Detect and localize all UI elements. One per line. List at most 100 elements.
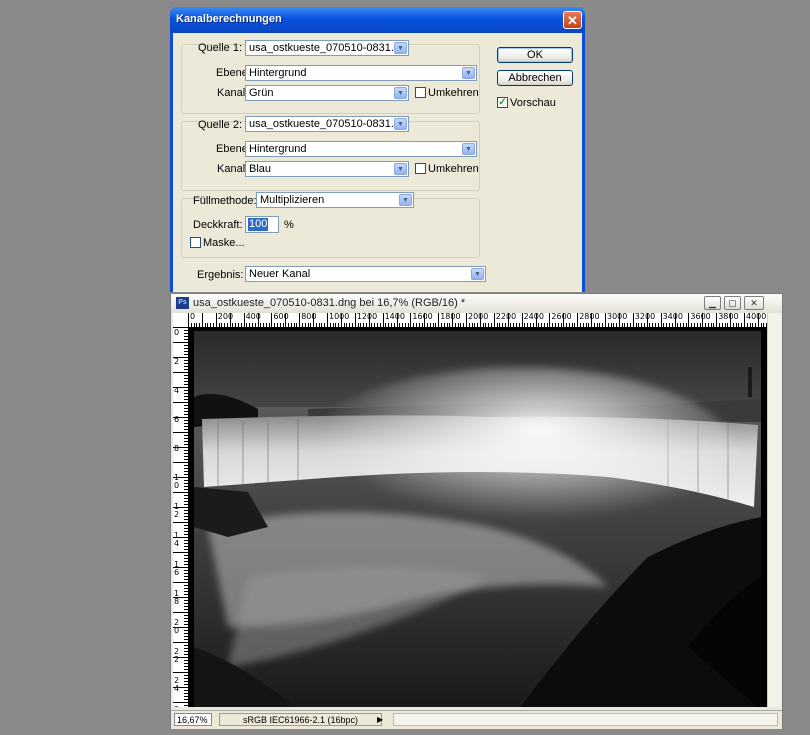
blend-mode-select[interactable]: Multiplizieren ▼ [256, 192, 414, 208]
result-label: Ergebnis: [197, 269, 244, 281]
ruler-label: 800 [301, 313, 317, 321]
close-icon[interactable]: ✕ [744, 296, 764, 310]
close-icon[interactable]: ✕ [563, 11, 582, 29]
ruler-label: 4000 [746, 313, 767, 321]
source1-channel-select[interactable]: Grün ▼ [245, 85, 409, 101]
ruler-tick [410, 313, 412, 327]
ruler-label: 22 [174, 647, 180, 664]
ruler-tick [744, 313, 745, 327]
chevron-down-icon: ▼ [462, 67, 475, 79]
ruler-tick [173, 642, 188, 643]
ruler-label: 1800 [440, 313, 461, 321]
ruler-tick [549, 313, 551, 327]
ruler-label: 20 [174, 618, 180, 635]
ruler-tick [688, 313, 690, 327]
ruler-tick [660, 313, 662, 327]
dialog-titlebar[interactable]: Kanalberechnungen ✕ [170, 7, 585, 33]
source2-select[interactable]: usa_ostkueste_070510-0831... ▼ [245, 116, 409, 132]
source1-invert-label: Umkehren [428, 87, 479, 99]
ruler-label: 2000 [468, 313, 489, 321]
cancel-button[interactable]: Abbrechen [497, 70, 573, 86]
ruler-label: 2800 [579, 313, 600, 321]
dialog-title: Kanalberechnungen [176, 13, 282, 25]
ruler-label: 1600 [412, 313, 433, 321]
blend-mode-label: Füllmethode: [193, 195, 257, 207]
result-select[interactable]: Neuer Kanal ▼ [245, 266, 486, 282]
source1-channel-label: Kanal: [217, 87, 249, 99]
minimize-icon[interactable]: ▁ [704, 296, 721, 310]
ruler-tick [632, 313, 634, 327]
ruler-tick [382, 313, 384, 327]
ruler-label: 3600 [690, 313, 711, 321]
ruler-tick [173, 582, 188, 583]
source1-invert-checkbox[interactable] [415, 87, 426, 98]
ok-button[interactable]: OK [497, 47, 573, 63]
ruler-tick [173, 402, 188, 403]
ruler-tick [521, 313, 523, 327]
source1-layer-value: Hintergrund [249, 67, 307, 79]
ruler-tick [173, 702, 188, 703]
ruler-tick [201, 313, 203, 327]
ruler-tick [173, 672, 188, 673]
source2-channel-value: Blau [249, 163, 272, 175]
chevron-down-icon: ▼ [394, 163, 407, 175]
document-profile[interactable]: sRGB IEC61966-2.1 (16bpc) [219, 713, 382, 726]
ruler-label: 600 [273, 313, 289, 321]
ruler-horizontal[interactable]: 0 200 400 600 800 1000 1200 1400 1600 1800 2000 220… [188, 313, 767, 328]
chevron-down-icon: ▼ [394, 118, 407, 130]
ruler-tick [716, 313, 718, 327]
zoom-field[interactable]: 16,67% [174, 713, 212, 726]
source1-channel-value: Grün [249, 87, 274, 99]
opacity-label: Deckkraft: [193, 219, 243, 231]
source1-value: usa_ostkueste_070510-0831... [249, 42, 401, 54]
chevron-down-icon: ▼ [394, 42, 407, 54]
ruler-tick [605, 313, 606, 327]
photoshop-app-icon: Ps [176, 297, 189, 309]
chevron-down-icon: ▼ [471, 268, 484, 280]
result-value: Neuer Kanal [249, 268, 311, 280]
ruler-label: 2400 [523, 313, 544, 321]
source1-layer-select[interactable]: Hintergrund ▼ [245, 65, 477, 81]
ruler-tick [243, 313, 245, 327]
source2-value: usa_ostkueste_070510-0831... [249, 118, 401, 130]
ruler-tick [173, 372, 188, 373]
ruler-tick [173, 432, 188, 433]
ruler-origin[interactable] [173, 313, 189, 328]
preview-checkbox[interactable]: ✓ [497, 97, 508, 108]
ruler-tick [354, 313, 356, 327]
image-canvas[interactable] [188, 327, 767, 707]
ruler-label: 0 [190, 313, 196, 321]
ruler-label: 3400 [662, 313, 683, 321]
chevron-down-icon: ▼ [394, 87, 407, 99]
ruler-label: 2200 [495, 313, 517, 321]
chevron-down-icon: ▼ [399, 194, 412, 206]
ruler-label: 1400 [384, 313, 405, 321]
ruler-tick [173, 612, 188, 613]
ruler-label: 14 [174, 531, 180, 548]
ruler-tick [173, 552, 188, 553]
ruler-label: 24 [174, 676, 180, 693]
ruler-tick [327, 313, 328, 327]
opacity-input[interactable]: 100 [245, 216, 279, 233]
ruler-label: 12 [174, 502, 180, 519]
document-titlebar[interactable]: Ps usa_ostkueste_070510-0831.dng bei 16,… [171, 294, 782, 313]
ruler-tick [173, 522, 188, 523]
document-title: usa_ostkueste_070510-0831.dng bei 16,7% … [193, 297, 466, 309]
status-menu-arrow-icon[interactable]: ▶ [377, 713, 387, 726]
source2-channel-select[interactable]: Blau ▼ [245, 161, 409, 177]
source2-layer-select[interactable]: Hintergrund ▼ [245, 141, 477, 157]
maximize-icon[interactable]: ▢ [724, 296, 741, 310]
ruler-label: 4 [174, 386, 180, 395]
source2-invert-checkbox[interactable] [415, 163, 426, 174]
horizontal-scrollbar[interactable] [393, 713, 778, 726]
ruler-vertical[interactable]: 02468101214161820222426 [173, 327, 189, 707]
ruler-label: 6 [174, 415, 180, 424]
mask-checkbox[interactable] [190, 237, 201, 248]
mask-label: Maske... [203, 237, 245, 249]
vertical-scrollbar[interactable] [767, 313, 781, 707]
ruler-tick [188, 313, 189, 327]
ruler-label: 3800 [718, 313, 739, 321]
source1-select[interactable]: usa_ostkueste_070510-0831... ▼ [245, 40, 409, 56]
dialog-body: Quelle 1: usa_ostkueste_070510-0831... ▼ … [173, 33, 582, 292]
source2-layer-value: Hintergrund [249, 143, 307, 155]
